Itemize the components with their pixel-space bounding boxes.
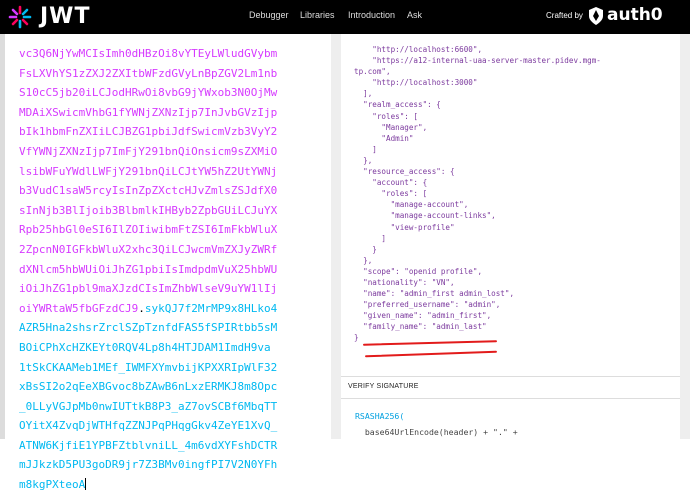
auth0-brand[interactable]: auth0 bbox=[607, 5, 663, 25]
panel-border bbox=[680, 34, 690, 439]
json-line: "roles": [ bbox=[354, 189, 428, 199]
verify-signature-code[interactable]: RSASHA256( base64UrlEncode(header) + "."… bbox=[355, 408, 518, 440]
json-line: "https://a12-internal-uaa-server-master.… bbox=[354, 56, 601, 66]
payload-line: b3VudC1saW5rcyIsInZpZXctcHJvZmlsZSJdfX0 bbox=[19, 184, 278, 198]
brand-title[interactable]: JWT bbox=[40, 4, 90, 29]
verify-signature-title: VERIFY SIGNATURE bbox=[348, 383, 419, 390]
json-line: tp.com", bbox=[354, 67, 391, 77]
signature-line: AZR5Hna2shsrZrclSZpTznfdFAS5fSPIRtbb5sM bbox=[19, 321, 278, 335]
text-cursor bbox=[85, 478, 87, 491]
signature-line: xBsSI2o2qEeXBGvoc8bZAwB6nLxzERMKJ8m8Opc bbox=[19, 380, 278, 394]
nav-debugger[interactable]: Debugger bbox=[249, 10, 289, 20]
json-line: }, bbox=[354, 255, 373, 265]
payload-line: bIk1hbmFnZXIiLCJBZG1pbiJdfSwicmVzb3VyY2 bbox=[19, 125, 278, 139]
nav-ask[interactable]: Ask bbox=[407, 10, 422, 20]
json-line: "preferred_username": "admin", bbox=[354, 300, 501, 310]
json-line: }, bbox=[354, 155, 373, 165]
payload-line: lsibWFuYWdlLWFjY291bnQiLCJtYW5hZ2UtYWNj bbox=[19, 164, 278, 178]
panel-border bbox=[0, 34, 5, 439]
crafted-by-label: Crafted by bbox=[546, 11, 583, 20]
json-line: ], bbox=[354, 89, 373, 99]
json-line: } bbox=[354, 333, 359, 343]
jwt-logo-icon[interactable] bbox=[8, 5, 32, 29]
json-line: "resource_access": { bbox=[354, 167, 455, 177]
json-line: "manage-account-links", bbox=[354, 211, 496, 221]
nav-libraries[interactable]: Libraries bbox=[300, 10, 335, 20]
payload-end: oiYWRtaW5fbGFzdCJ9 bbox=[19, 301, 139, 315]
json-line: "scope": "openid profile", bbox=[354, 266, 483, 276]
signature-start: sykQJ7f2MrMP9x8HLko4 bbox=[144, 301, 278, 315]
signature-line: BOiCPhXcHZKEYt0RQV4Lp8h4HTJDAM1ImdH9va bbox=[19, 340, 271, 354]
algorithm-line: RSASHA256( bbox=[355, 411, 405, 421]
json-line: "roles": [ bbox=[354, 111, 419, 121]
json-line-given-name: "given_name": "admin_first", bbox=[354, 311, 492, 321]
json-line: "account": { bbox=[354, 178, 428, 188]
json-line: ] bbox=[354, 144, 377, 154]
json-line: } bbox=[354, 244, 377, 254]
payload-line: VfYWNjZXNzIjp7ImFjY291bnQiOnsicm9sZXMiO bbox=[19, 144, 278, 158]
signature-line: 1tSkCKAAMeb1MEf_IWMFXYmvbijKPXXRIpWlF32 bbox=[19, 360, 278, 374]
token-separator-dot: . bbox=[138, 301, 145, 315]
payload-line: S10cC5jb20iLCJodHRwOi8vbG9jYWxob3N0OjMw bbox=[19, 86, 278, 100]
json-line: ] bbox=[354, 233, 387, 243]
json-line: "view-profile" bbox=[354, 222, 455, 232]
auth0-shield-icon[interactable] bbox=[589, 7, 603, 25]
payload-line: 2ZpcnN0IGFkbWluX2xhc3QiLCJwcmVmZXJyZWRf bbox=[19, 242, 278, 256]
panel-divider[interactable] bbox=[331, 34, 341, 439]
json-line: "http://localhost:6600", bbox=[354, 45, 483, 54]
payload-line: FsLXVhYS1zZXJ2ZXItbWFzdGVyLnBpZGV2Lm1nb bbox=[19, 66, 278, 80]
signature-end: m8kgPXteoA bbox=[19, 478, 86, 492]
signature-line: mJJkzkD5PU3goDR9jr7Z3BMv0ingfPI7V2N0YFh bbox=[19, 458, 278, 472]
payload-line: vc3Q6NjYwMCIsImh0dHBzOi8vYTEyLWludGVybm bbox=[19, 47, 278, 60]
json-line-family-name: "family_name": "admin_last" bbox=[354, 322, 487, 332]
decoded-payload-json[interactable]: "http://localhost:6600", "https://a12-in… bbox=[354, 44, 674, 344]
signature-line: ATNW6KjfiE1YPBFZtblvniLL_4m6vdXYFshDCTR bbox=[19, 438, 278, 452]
json-line: "name": "admin_first admin_lost", bbox=[354, 289, 515, 299]
encoded-token-text[interactable]: vc3Q6NjYwMCIsImh0dHBzOi8vYTEyLWludGVybm … bbox=[19, 44, 319, 495]
json-line: "nationality": "VN", bbox=[354, 277, 455, 287]
json-line: "Admin" bbox=[354, 133, 414, 143]
nav-introduction[interactable]: Introduction bbox=[348, 10, 395, 20]
payload-line: MDAiXSwicmVhbG1fYWNjZXNzIjp7InJvbGVzIjp bbox=[19, 105, 278, 119]
json-line: "realm_access": { bbox=[354, 100, 441, 110]
payload-line: sInNjb3BlIjoib3BlbmlkIHByb2ZpbGUiLCJuYX bbox=[19, 203, 278, 217]
code-line: base64UrlEncode(header) + "." + bbox=[355, 427, 518, 437]
payload-line: Rpb25hbGl0eSI6IlZOIiwibmFtZSI6ImFkbWluX bbox=[19, 223, 278, 237]
verify-signature-header: VERIFY SIGNATURE bbox=[341, 376, 680, 399]
payload-line: dXNlcm5hbWUiOiJhZG1pbiIsImdpdmVuX25hbWU bbox=[19, 262, 278, 276]
signature-line: _0LLyVGJpMb0nwIUTtkB8P3_aZ7ovSCBf6MbqTT bbox=[19, 399, 278, 413]
json-line: "Manager", bbox=[354, 122, 428, 132]
signature-line: OYitX4ZvqDjWTHfqZZNJPqPHqgGkv4ZeYE1XvQ_ bbox=[19, 419, 278, 433]
payload-line: iOiJhZG1pbl9maXJzdCIsImZhbWlseV9uYW1lIj bbox=[19, 282, 278, 296]
top-navigation-bar: JWT Debugger Libraries Introduction Ask … bbox=[0, 0, 690, 34]
json-line: "manage-account", bbox=[354, 200, 469, 210]
json-line: "http://localhost:3000" bbox=[354, 78, 478, 88]
